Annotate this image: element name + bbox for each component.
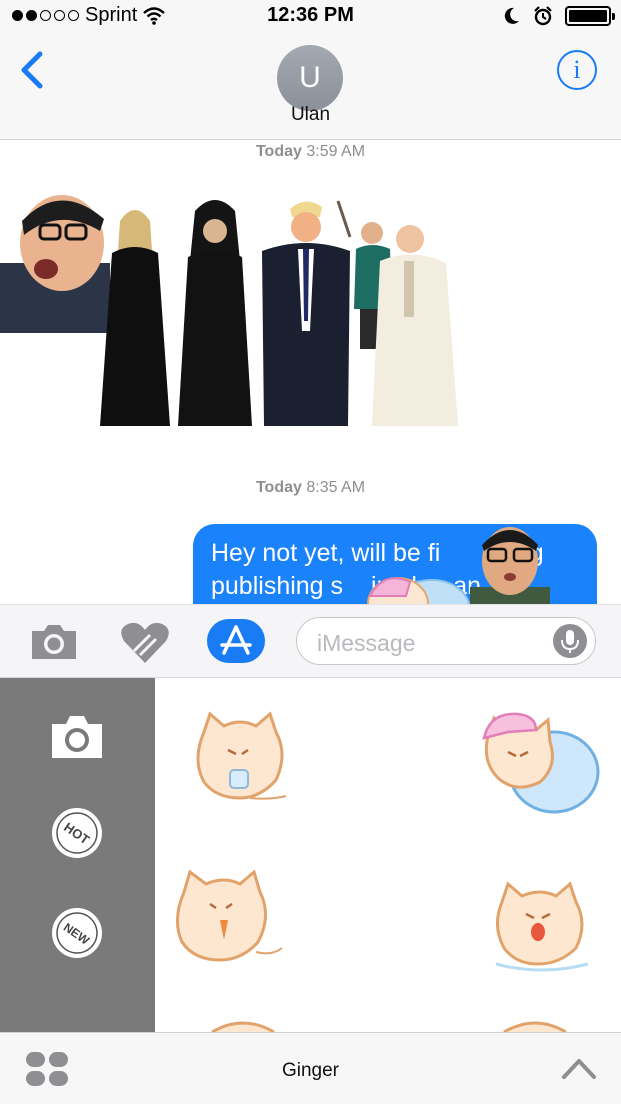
message-thread[interactable]: Today 3:59 AM Today 8:35 AM Hey not yet,…: [0, 141, 621, 604]
cat-sticker[interactable]: [208, 1018, 278, 1032]
placed-cat-sticker[interactable]: [360, 566, 470, 604]
microphone-glyph: [561, 630, 579, 653]
person-cutout: [178, 200, 252, 426]
alarm-icon: [534, 6, 552, 26]
info-icon[interactable]: i: [557, 50, 597, 90]
sleeping-cat-sticker[interactable]: [482, 712, 600, 814]
message-text: Hey not yet, will be fi: [211, 539, 441, 567]
chevron-left-icon[interactable]: [14, 50, 50, 90]
message-input[interactable]: iMessage: [296, 617, 596, 665]
compose-bar: iMessage: [0, 604, 621, 678]
message-placeholder: iMessage: [317, 630, 416, 656]
camera-icon[interactable]: [50, 710, 104, 764]
message-text: publishing s: [211, 572, 344, 600]
timestamp-time: 8:35 AM: [306, 479, 366, 496]
cat-shocked-sticker[interactable]: [492, 878, 592, 974]
status-icons: [503, 6, 615, 26]
app-store-icon[interactable]: [207, 619, 265, 663]
cat-sticker[interactable]: [190, 710, 290, 802]
timestamp-day: Today: [255, 143, 302, 160]
message-timestamp: Today 3:59 AM: [0, 143, 621, 161]
avatar-initial: U: [299, 61, 321, 94]
hot-sticker-glyph: HOT: [52, 808, 102, 858]
contact-name[interactable]: Ulan: [0, 104, 621, 126]
status-bar: Sprint 12:36 PM: [0, 0, 621, 34]
message-timestamp: Today 8:35 AM: [0, 479, 621, 497]
person-cutout: [100, 210, 170, 426]
new-sticker-glyph: NEW: [52, 908, 102, 958]
current-app-name: Ginger: [281, 1060, 340, 1081]
battery-icon: [565, 6, 615, 26]
app-store-glyph: [220, 625, 252, 655]
camera-icon[interactable]: [30, 621, 78, 661]
digital-touch-heart-icon[interactable]: [120, 621, 170, 665]
sticker-drawer: HOT NEW: [0, 678, 621, 1032]
placed-face-sticker[interactable]: [470, 521, 550, 604]
person-cutout: [262, 201, 350, 426]
avatar[interactable]: U: [277, 45, 343, 111]
sticker-category-sidebar: HOT NEW: [0, 678, 155, 1032]
conversation-header: U Ulan i: [0, 34, 621, 140]
chevron-up-icon[interactable]: [561, 1055, 597, 1081]
timestamp-time: 3:59 AM: [306, 143, 366, 160]
face-sticker: [0, 195, 110, 333]
cat-sticker[interactable]: [500, 1018, 570, 1032]
do-not-disturb-icon: [504, 7, 519, 24]
battery-level: [569, 10, 607, 22]
cat-carrot-sticker[interactable]: [172, 868, 284, 964]
new-sticker-icon[interactable]: NEW: [50, 906, 104, 960]
timestamp-day: Today: [255, 479, 302, 496]
microphone-icon[interactable]: [553, 624, 587, 658]
info-glyph: i: [573, 55, 581, 84]
app-drawer-bar: Ginger: [0, 1032, 621, 1104]
hot-sticker-icon[interactable]: HOT: [50, 806, 104, 860]
sticker-photo[interactable]: [0, 191, 470, 431]
